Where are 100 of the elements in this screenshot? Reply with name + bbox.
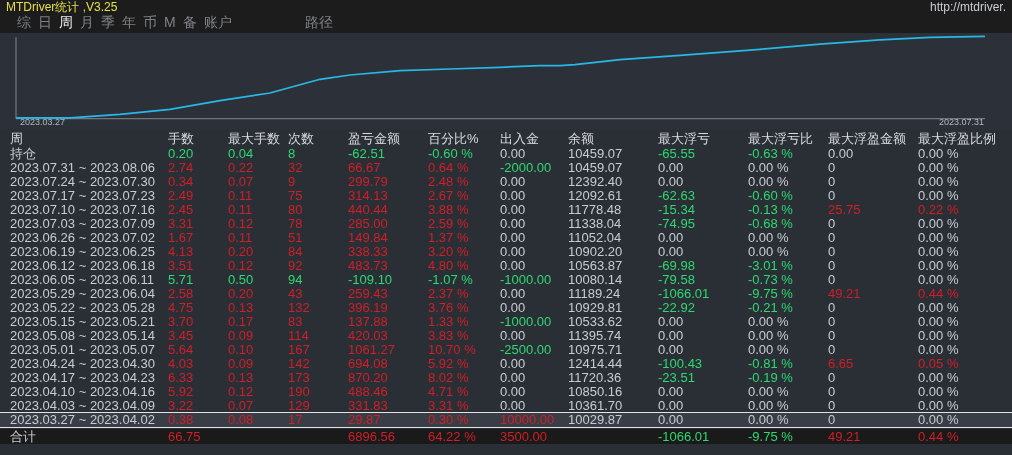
table-cell-text: 12392.40 [568,175,624,189]
tab[interactable]: 年 [121,14,137,31]
table-cell-text: 483.73 [348,259,389,273]
table-cell-text: -2000.00 [500,161,553,175]
table-cell-text: 2.48 % [428,175,470,189]
table-cell-text: 1.33 % [428,315,470,329]
table-cell-text: 259.43 [348,287,389,301]
tab[interactable]: 备 [181,14,198,31]
table-cell-text: 51 [288,231,304,245]
tab[interactable]: 路径 [303,14,334,31]
website-url[interactable]: http://mtdriver. [929,0,1006,14]
table-cell-text: 2023.04.03 ~ 2023.04.09 [10,399,156,413]
table-cell-text: 6896.56 [348,429,396,444]
table-cell-text: 0.00 % [918,231,960,245]
table-cell-text: -3.01 % [748,259,794,273]
table-cell-text: 0.00 [658,343,685,357]
table-cell-text: -0.13 % [748,203,794,217]
table-cell-text: -69.98 [658,259,696,273]
table-cell-text: -0.68 % [748,217,794,231]
table-cell-text: 0.00 % [918,217,960,231]
table-cell-text: 合计 [10,429,37,444]
column-header: 最大浮亏比 [748,131,814,147]
table-cell-text: 2023.06.12 ~ 2023.06.18 [10,259,156,273]
table-cell-text: 0.00 [658,329,685,343]
table-cell-text: 3.31 [168,217,195,231]
table-cell-text: 0 [828,343,837,357]
table-cell-text: 5.64 [168,343,195,357]
table-cell-text: -9.75 % [748,429,794,444]
table-cell-text: 0.00 [658,399,685,413]
table-cell-text: 0.00 % [748,161,790,175]
table-cell-text: 0.00 [658,245,685,259]
table-cell-text: 0.00 % [748,175,790,189]
table-cell-text: 137.88 [348,315,389,329]
table-cell-text: 6.33 [168,371,195,385]
table-cell-text: -62.51 [348,147,386,161]
table-cell-text: 2023.04.17 ~ 2023.04.23 [10,371,156,385]
table-cell-text: 2023.07.17 ~ 2023.07.23 [10,189,156,203]
table-cell-text: 3500.00 [500,429,548,444]
table-cell-text: 0.00 [658,161,685,175]
table-cell-text: 0.00 % [918,315,960,329]
table-cell-text: 32 [288,161,304,175]
table-cell-text: 0.00 [500,189,527,203]
table-cell-text: 10929.81 [568,301,624,315]
table-cell-text: 5.92 % [428,357,470,371]
table-cell-text: 83 [288,315,304,329]
table-cell-text: 0.00 % [918,175,960,189]
tab[interactable]: 日 [37,14,53,31]
tab[interactable]: 账户 [202,14,233,31]
chart-date-label: 2023.03.27 [20,117,66,127]
table-cell-text: 2023.06.05 ~ 2023.06.11 [10,273,155,287]
tab[interactable]: 综 [16,14,32,31]
column-header: 最大手数 [228,131,281,147]
table-cell-text: 0.04 [228,147,255,161]
table-cell-text: 0.00 % [748,399,790,413]
table-cell-text: 持仓 [10,147,37,161]
table-cell-text: 0.00 % [918,329,960,343]
table-cell-text: 6.65 [828,357,855,371]
table-cell-text: 299.79 [348,175,389,189]
table-cell-text: 0 [828,399,837,413]
table-cell-text: 129 [288,399,311,413]
table-cell-text: -100.43 [658,357,704,371]
tab[interactable]: 季 [100,14,116,31]
table-cell-text: -62.63 [658,189,696,203]
table-cell-text: 3.45 [168,329,195,343]
table-cell-text: 0.20 [228,245,255,259]
table-cell-text: 0.00 [658,315,685,329]
table-cell-text: -15.34 [658,203,696,217]
table-cell-text: 0.22 [228,161,255,175]
table-cell-text: 0.09 [228,329,255,343]
tab[interactable]: 周 [58,14,74,31]
table-cell-text: -0.19 % [748,371,794,385]
tab[interactable]: M [163,14,177,31]
table-cell-text: 10459.07 [568,147,624,161]
table-cell-text: 0.00 [500,399,527,413]
table-cell-text: 8 [288,147,297,161]
table-cell-text: 0.00 [658,231,685,245]
tab[interactable]: 币 [142,14,158,31]
table-cell-text: 314.13 [348,189,389,203]
tab[interactable]: 月 [79,14,95,31]
table-cell-text: 0.00 % [748,343,790,357]
table-cell-text: -0.60 % [748,189,794,203]
table-cell-text: 11778.48 [568,203,623,217]
column-header: 次数 [288,131,315,147]
table-cell-text: 2023.05.22 ~ 2023.05.28 [10,301,156,315]
table-cell-text: 0.00 [500,385,527,399]
table-cell-text: 3.76 % [428,301,470,315]
table-cell-text: 167 [288,343,311,357]
table-cell-text: 0.00 [500,357,527,371]
table-cell-text: 94 [288,273,304,287]
table-cell-text: 0.38 [168,413,195,427]
table-cell-text: 0.00 % [748,231,790,245]
table-cell-text: 0 [828,245,837,259]
table-cell-text: 49.21 [828,429,862,444]
table-cell-text: 0.30 % [428,413,470,427]
table-cell-text: 338.33 [348,245,389,259]
table-cell-text: 4.13 [168,245,195,259]
table-cell-text: 0.00 % [918,301,960,315]
table-cell-text: -0.81 % [748,357,794,371]
table-cell-text: 0.00 [500,203,527,217]
table-cell-text: 488.46 [348,385,389,399]
